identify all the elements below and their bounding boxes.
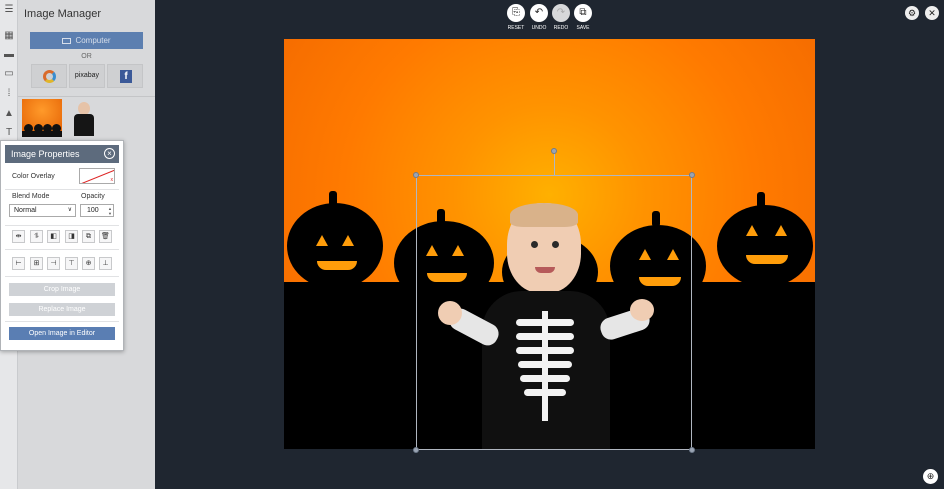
pumpkin-mouth xyxy=(746,255,788,264)
body-shape xyxy=(74,114,94,136)
crop-image-button[interactable]: Crop Image xyxy=(9,283,115,296)
send-backward-icon[interactable]: ◨ xyxy=(65,230,78,243)
blend-mode-value: Normal xyxy=(14,207,37,214)
shape-icon[interactable]: ▲ xyxy=(3,108,15,120)
duplicate-icon[interactable]: ⧉ xyxy=(82,230,95,243)
divider xyxy=(5,321,119,322)
upload-computer-button[interactable]: Computer xyxy=(30,32,143,49)
pumpkin-eye xyxy=(746,225,758,236)
layout-icon[interactable]: ▦ xyxy=(3,30,15,42)
facebook-source-button[interactable]: f xyxy=(107,64,143,88)
opacity-value: 100 xyxy=(87,207,99,214)
divider xyxy=(5,276,119,277)
pumpkin-eye xyxy=(316,235,328,246)
align-left-icon[interactable]: ⊢ xyxy=(12,257,25,270)
redo-button[interactable]: ↷ xyxy=(552,4,570,22)
opacity-label: Opacity xyxy=(81,193,105,200)
menu-icon[interactable]: ☰ xyxy=(3,4,15,16)
color-overlay-swatch[interactable]: x xyxy=(79,168,115,184)
or-divider: OR xyxy=(81,53,92,60)
open-in-editor-button[interactable]: Open Image in Editor xyxy=(9,327,115,340)
align-top-icon[interactable]: ⊤ xyxy=(65,257,78,270)
apps-icon[interactable]: ⁞ xyxy=(3,88,15,100)
image-icon[interactable]: ▭ xyxy=(3,68,15,80)
chevron-down-icon: ∨ xyxy=(67,207,72,213)
resize-handle-bottom-left[interactable] xyxy=(413,447,419,453)
folder-icon[interactable]: ▬ xyxy=(3,49,15,61)
flip-horizontal-icon[interactable]: ⇹ xyxy=(12,230,25,243)
bring-forward-icon[interactable]: ◧ xyxy=(47,230,60,243)
ground-shape xyxy=(22,131,62,137)
save-button[interactable]: ⧉ xyxy=(574,4,592,22)
google-source-button[interactable] xyxy=(31,64,67,88)
gear-icon[interactable]: ⚙ xyxy=(905,6,919,20)
selection-box xyxy=(416,175,692,450)
pumpkin-silhouette xyxy=(287,203,383,289)
resize-handle-bottom-right[interactable] xyxy=(689,447,695,453)
opacity-input[interactable]: 100 ▲ ▼ xyxy=(80,204,114,217)
clear-icon: x xyxy=(110,177,114,183)
pumpkin-eye xyxy=(342,235,354,246)
color-overlay-label: Color Overlay xyxy=(12,173,55,180)
flip-vertical-icon[interactable]: ⥮ xyxy=(30,230,43,243)
text-icon[interactable]: T xyxy=(3,127,15,139)
resize-handle-top-right[interactable] xyxy=(689,172,695,178)
reset-button[interactable]: ⎘ xyxy=(507,4,525,22)
align-middle-icon[interactable]: ⊕ xyxy=(82,257,95,270)
undo-button[interactable]: ↶ xyxy=(530,4,548,22)
divider xyxy=(18,96,155,97)
rotate-handle[interactable] xyxy=(551,148,557,154)
thumbnail-halloween[interactable] xyxy=(22,99,62,137)
divider xyxy=(5,189,119,190)
image-properties-panel: Image Properties × Color Overlay x Blend… xyxy=(0,140,124,351)
align-center-icon[interactable]: ⊞ xyxy=(30,257,43,270)
pumpkin-silhouette xyxy=(717,205,813,287)
google-photos-icon xyxy=(43,70,56,83)
facebook-icon: f xyxy=(120,70,132,83)
monitor-icon xyxy=(62,38,72,44)
image-manager-title: Image Manager xyxy=(24,8,102,20)
close-icon[interactable]: × xyxy=(104,148,115,159)
pumpkin-eye xyxy=(775,225,787,236)
thumbnail-baby[interactable] xyxy=(66,99,104,137)
trash-icon[interactable]: 🗑 xyxy=(99,230,112,243)
blend-mode-select[interactable]: Normal ∨ xyxy=(9,204,76,217)
pumpkin-mouth xyxy=(317,261,357,270)
align-right-icon[interactable]: ⊣ xyxy=(47,257,60,270)
computer-label: Computer xyxy=(75,36,111,45)
close-icon[interactable]: ✕ xyxy=(925,6,939,20)
pixabay-label: pixabay xyxy=(74,72,100,79)
properties-title: Image Properties xyxy=(11,149,80,159)
divider xyxy=(5,249,119,250)
blend-mode-label: Blend Mode xyxy=(12,193,50,200)
divider xyxy=(5,225,119,226)
stepper-icon[interactable]: ▲ ▼ xyxy=(108,206,112,216)
rotation-line xyxy=(554,152,555,175)
save-label: SAVE xyxy=(576,25,590,31)
replace-image-button[interactable]: Replace Image xyxy=(9,303,115,316)
resize-handle-top-left[interactable] xyxy=(413,172,419,178)
zoom-icon[interactable]: ⊕ xyxy=(923,469,938,484)
pixabay-source-button[interactable]: pixabay xyxy=(69,64,105,88)
align-bottom-icon[interactable]: ⊥ xyxy=(99,257,112,270)
properties-header: Image Properties × xyxy=(5,145,119,163)
